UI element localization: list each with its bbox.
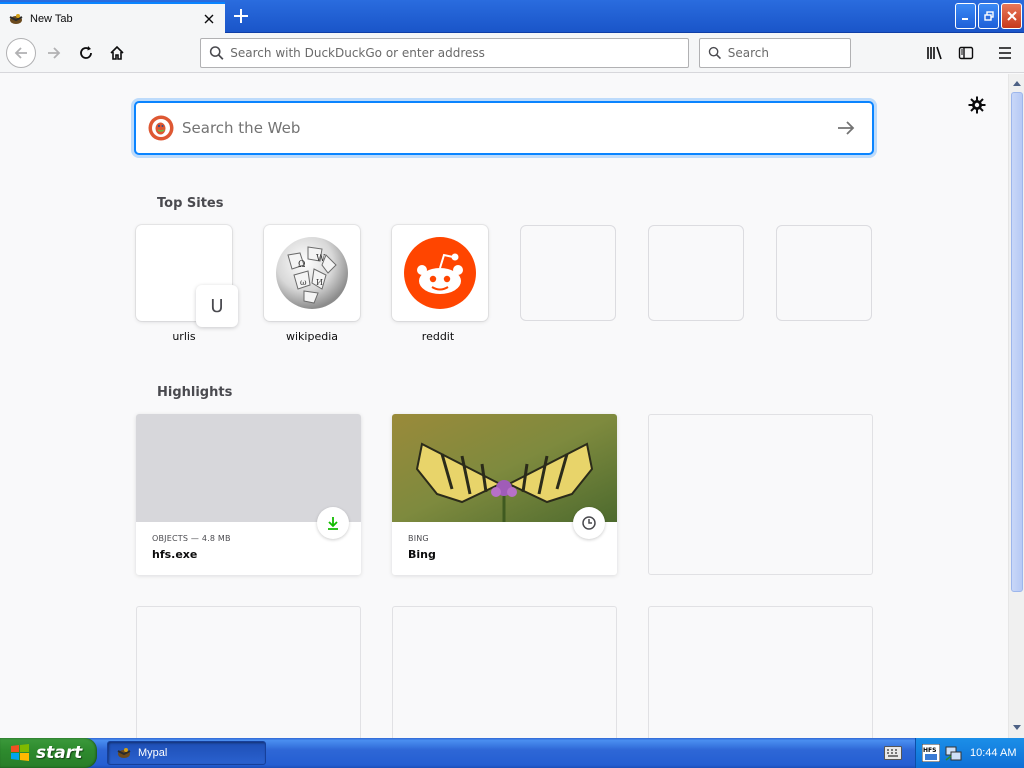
new-tab-plus-icon[interactable] (231, 6, 251, 26)
top-site-wikipedia[interactable]: Ω W ω И (264, 225, 360, 321)
back-arrow-icon[interactable] (6, 38, 36, 68)
top-site-empty (520, 225, 616, 321)
new-tab-page: Top Sites U urlis Ω W ω И wikipedia (0, 74, 1008, 738)
address-input[interactable] (230, 46, 688, 60)
close-tab-icon[interactable] (199, 9, 219, 29)
tab-new-tab[interactable]: New Tab (0, 2, 225, 33)
top-site-label: urlis (172, 330, 196, 343)
highlight-card-bing[interactable]: BING Bing (392, 414, 617, 575)
forward-arrow-icon[interactable] (40, 39, 68, 67)
card-title: hfs.exe (152, 548, 198, 561)
taskbar-item-label: Mypal (138, 747, 168, 759)
reload-icon[interactable] (72, 39, 100, 67)
top-site-label: wikipedia (285, 330, 338, 343)
svg-text:И: И (316, 278, 323, 287)
highlight-card-hfs[interactable]: OBJECTS — 4.8 MB hfs.exe (136, 414, 361, 575)
highlights-heading: Highlights (157, 385, 233, 400)
search-input[interactable] (727, 46, 850, 60)
home-icon[interactable] (103, 39, 131, 67)
clock-icon (573, 507, 605, 539)
mypal-app-icon (117, 748, 131, 758)
search-submit-arrow-icon[interactable] (828, 110, 864, 146)
highlight-card-empty (648, 606, 873, 738)
search-icon (209, 46, 224, 60)
top-site-empty (648, 225, 744, 321)
card-title: Bing (408, 548, 436, 561)
highlight-card-empty (392, 606, 617, 738)
hamburger-menu-icon[interactable] (991, 39, 1019, 67)
butterfly-thumbnail (392, 414, 617, 522)
top-site-label: reddit (421, 330, 455, 343)
close-window-icon[interactable] (1001, 3, 1022, 29)
windows-logo-icon (11, 744, 29, 761)
highlight-card-empty (136, 606, 361, 738)
start-button[interactable]: start (0, 738, 97, 768)
system-tray: HFS 10:44 AM (915, 738, 1024, 768)
svg-text:ω: ω (300, 278, 307, 287)
web-search-box[interactable] (135, 102, 873, 154)
card-meta: OBJECTS — 4.8 MB (152, 534, 231, 543)
vertical-scrollbar[interactable] (1008, 74, 1024, 738)
sidebar-toggle-icon[interactable] (952, 39, 980, 67)
web-search-input[interactable] (182, 119, 828, 137)
keyboard-icon[interactable] (884, 746, 902, 760)
scroll-down-arrow-icon[interactable] (1010, 720, 1024, 736)
clock[interactable]: 10:44 AM (970, 747, 1016, 759)
tab-strip: New Tab (0, 0, 1024, 33)
tab-title: New Tab (30, 12, 73, 25)
minimize-icon[interactable] (955, 3, 976, 29)
svg-text:W: W (316, 254, 326, 264)
wikipedia-globe-icon: Ω W ω И (276, 237, 348, 309)
highlight-card-empty (648, 414, 873, 575)
duckduckgo-logo-icon (148, 115, 174, 141)
address-bar[interactable] (200, 38, 689, 68)
top-sites-heading: Top Sites (157, 196, 224, 211)
urlis-letter-icon: U (196, 285, 238, 327)
gear-icon[interactable] (966, 94, 988, 116)
card-thumbnail (136, 414, 361, 522)
scroll-up-arrow-icon[interactable] (1010, 75, 1024, 91)
start-label: start (36, 743, 83, 763)
mypal-favicon-icon (9, 13, 23, 24)
library-icon[interactable] (921, 39, 949, 67)
download-icon (317, 507, 349, 539)
top-site-urlis[interactable]: U (136, 225, 238, 327)
svg-text:Ω: Ω (298, 260, 305, 270)
hfs-tray-icon[interactable]: HFS (922, 744, 940, 762)
svg-text:HFS: HFS (923, 747, 936, 754)
scroll-thumb[interactable] (1011, 92, 1023, 592)
taskbar: start Mypal HFS 10:44 AM (0, 738, 1024, 768)
navigation-toolbar (0, 33, 1024, 73)
taskbar-item-mypal[interactable]: Mypal (107, 741, 266, 765)
window-controls (955, 3, 1022, 29)
top-site-reddit[interactable] (392, 225, 488, 321)
card-meta: BING (408, 534, 429, 543)
restore-icon[interactable] (978, 3, 999, 29)
network-icon[interactable] (944, 744, 962, 762)
reddit-logo-icon (404, 237, 476, 309)
search-icon (708, 46, 722, 60)
search-bar[interactable] (699, 38, 851, 68)
top-site-empty (776, 225, 872, 321)
